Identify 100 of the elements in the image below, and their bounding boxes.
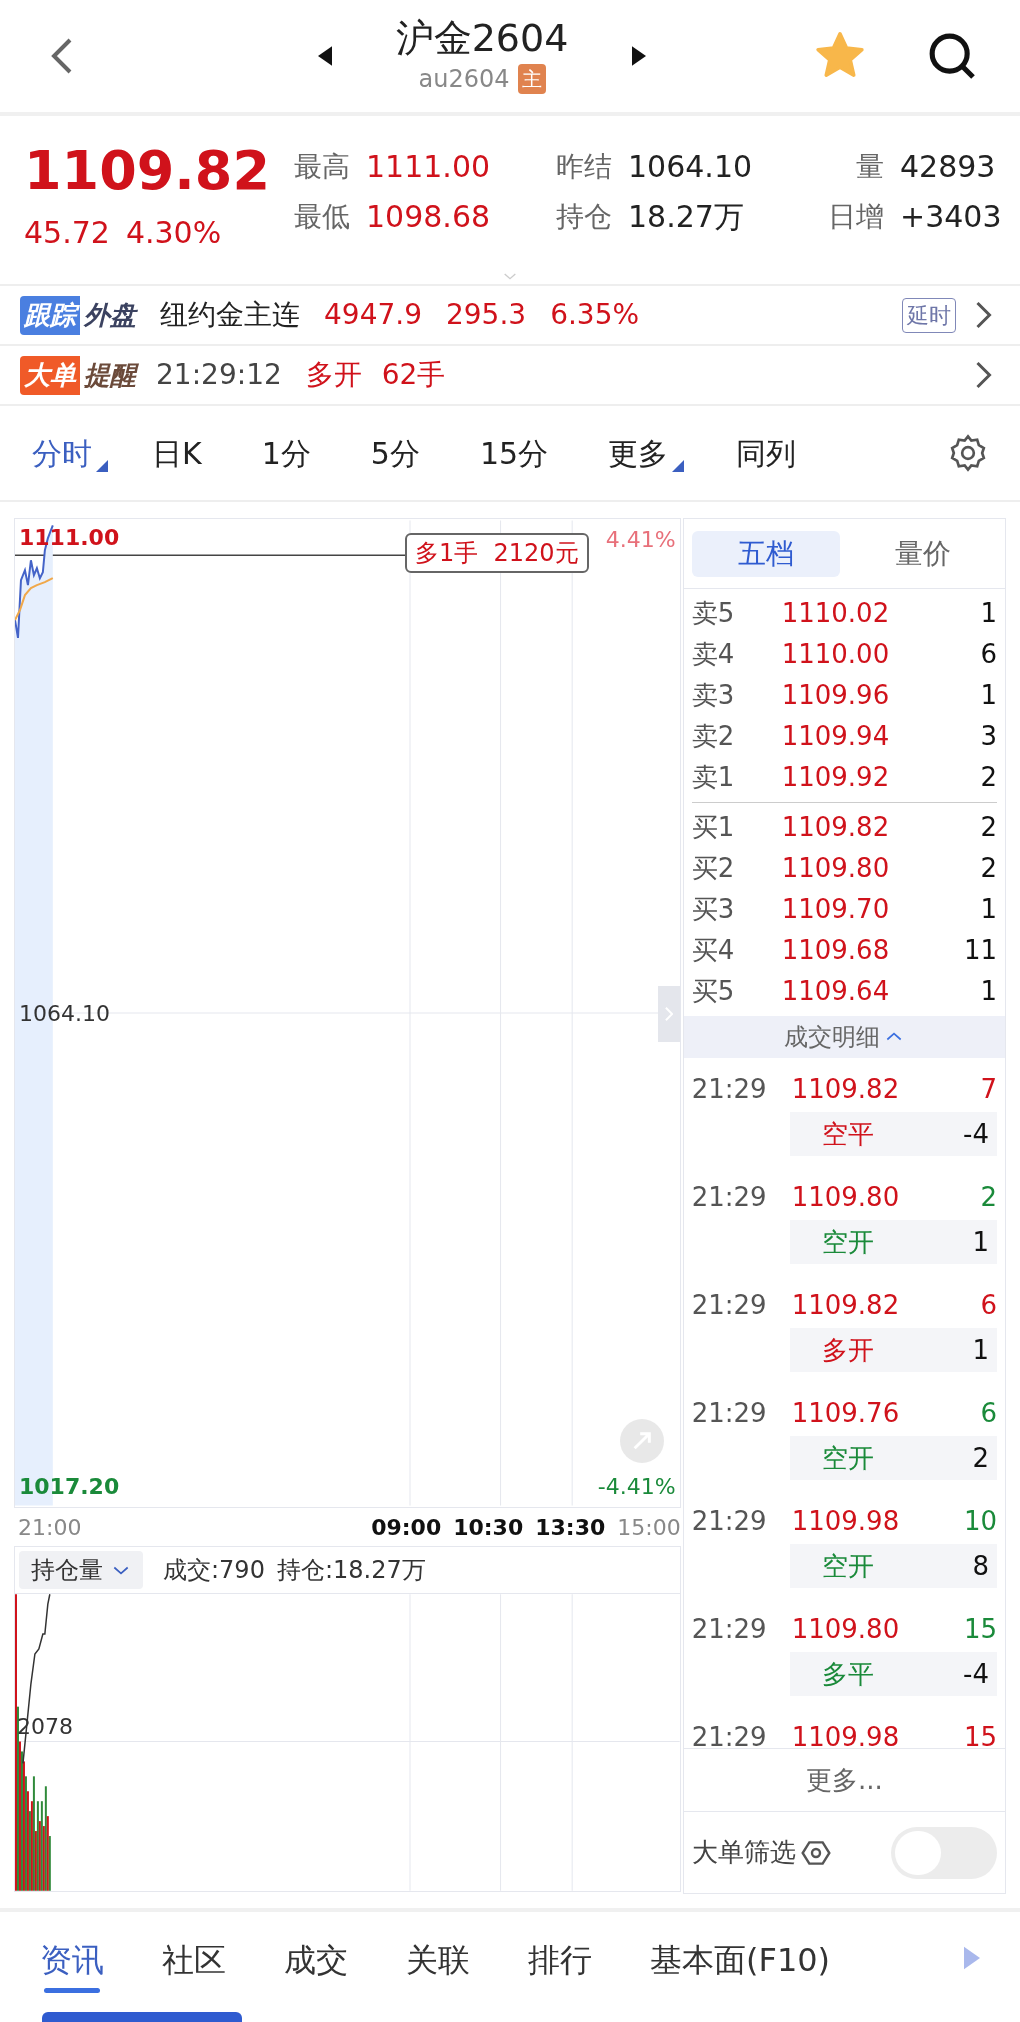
trade-time: 21:29 <box>691 1612 768 1646</box>
level-quantity: 2 <box>980 761 997 794</box>
level-label: 卖2 <box>691 720 736 753</box>
stat-value: 42893 <box>900 148 997 186</box>
stat-label: 最高 <box>293 149 350 185</box>
level-quantity: 6 <box>980 638 997 671</box>
info-tab[interactable]: 成交 <box>284 1923 348 1993</box>
trade-price: 1109.82 <box>791 1072 900 1106</box>
trade-delta: -4 <box>963 1117 989 1151</box>
level-label: 买4 <box>691 934 736 967</box>
period-tab[interactable]: 分时 <box>32 430 108 476</box>
volume-value: 成交:790 <box>163 1555 265 1586</box>
level-quantity: 2 <box>980 811 997 844</box>
level-price: 1109.82 <box>781 811 890 844</box>
level-price: 1109.68 <box>781 934 890 967</box>
level-quantity: 1 <box>980 893 997 926</box>
level-label: 卖3 <box>691 679 736 712</box>
info-tab[interactable]: 资讯 <box>40 1923 104 1993</box>
info-tab[interactable]: 基本面(F10) <box>650 1923 831 1993</box>
axis-label: 1017.20 <box>19 1473 120 1501</box>
side-handle[interactable] <box>657 986 680 1042</box>
period-tab[interactable]: 5分 <box>370 430 436 476</box>
trade-delta: -4 <box>963 1657 989 1691</box>
trade-time: 21:29 <box>691 1072 768 1106</box>
info-tab[interactable]: 社区 <box>162 1923 226 1993</box>
level-price: 1110.02 <box>781 597 890 630</box>
level-label: 买1 <box>691 811 736 844</box>
alert-amount: 62手 <box>381 357 446 393</box>
trade-time: 21:29 <box>691 1288 768 1322</box>
trade-delta: 2 <box>972 1441 989 1475</box>
level-price: 1109.70 <box>781 893 890 926</box>
filter-label: 大单筛选 <box>691 1836 796 1869</box>
level-price: 1110.00 <box>781 638 890 671</box>
foreign-change: 295.3 <box>446 297 527 333</box>
stat-value: 18.27万 <box>628 198 745 236</box>
next-icon[interactable] <box>632 46 647 66</box>
level-quantity: 1 <box>980 975 997 1008</box>
stat-label: 昨结 <box>555 149 612 185</box>
level-label: 买5 <box>691 975 736 1008</box>
alert-action: 多开 <box>305 357 362 393</box>
trade-volume: 15 <box>963 1612 997 1646</box>
trade-type: 多平 <box>821 1657 874 1691</box>
level-price: 1109.96 <box>781 679 890 712</box>
trade-delta: 1 <box>972 1225 989 1259</box>
dropdown-icon <box>672 459 685 472</box>
previous-icon[interactable] <box>317 46 332 66</box>
axis-label: 1064.10 <box>19 1000 110 1028</box>
book-tab[interactable]: 五档 <box>691 530 841 577</box>
level-price: 1109.92 <box>781 761 890 794</box>
delay-badge: 延时 <box>902 297 956 333</box>
trade-volume: 2 <box>980 1180 997 1214</box>
level-quantity: 1 <box>980 679 997 712</box>
trade-time: 21:29 <box>691 1504 768 1538</box>
level-quantity: 3 <box>980 720 997 753</box>
trade-delta: 8 <box>972 1549 989 1583</box>
trade-volume: 15 <box>963 1720 997 1748</box>
more-button[interactable]: 更多... <box>683 1748 1005 1812</box>
level-quantity: 2 <box>980 852 997 885</box>
level-price: 1109.64 <box>781 975 890 1008</box>
trade-volume: 7 <box>980 1072 997 1106</box>
level-price: 1109.94 <box>781 720 890 753</box>
trade-time: 21:29 <box>691 1180 768 1214</box>
time-label: 10:30 <box>453 1513 524 1542</box>
contract-title: 沪金2604 <box>395 15 569 61</box>
info-tab[interactable]: 排行 <box>528 1923 592 1993</box>
stat-label: 最低 <box>293 199 350 235</box>
stat-value: 1064.10 <box>628 148 754 186</box>
period-tab[interactable]: 更多 <box>608 430 685 476</box>
period-tab[interactable]: 1分 <box>261 430 327 476</box>
stat-label: 日增 <box>827 199 884 235</box>
period-tab[interactable]: 15分 <box>479 430 565 476</box>
foreign-percent: 6.35% <box>550 297 640 333</box>
trade-type: 多开 <box>821 1333 874 1367</box>
axis-label: -4.41% <box>597 1473 676 1501</box>
level-label: 买2 <box>691 852 736 885</box>
trade-detail-header[interactable]: 成交明细 <box>683 1016 1005 1058</box>
level-label: 卖4 <box>691 638 736 671</box>
stat-value: +3403 <box>900 198 1003 236</box>
info-tab[interactable]: 关联 <box>406 1923 470 1993</box>
percent-change: 4.30% <box>125 214 222 252</box>
trade-price: 1109.80 <box>791 1180 900 1214</box>
last-price: 1109.82 <box>24 138 264 204</box>
indicator-dropdown[interactable]: 持仓量 <box>19 1551 143 1589</box>
period-tab[interactable]: 同列 <box>736 430 813 476</box>
settings-icon[interactable] <box>948 433 988 473</box>
trade-type: 空开 <box>821 1549 874 1583</box>
order-tag: 多1手 2120元 <box>405 533 589 573</box>
level-label: 卖1 <box>691 761 736 794</box>
trade-volume: 6 <box>980 1396 997 1430</box>
period-tab[interactable]: 日K <box>152 430 218 476</box>
trade-price: 1109.98 <box>791 1720 900 1748</box>
book-tab[interactable]: 量价 <box>848 530 997 577</box>
time-label: 15:00 <box>617 1513 681 1542</box>
trade-delta: 1 <box>972 1333 989 1367</box>
trade-time: 21:29 <box>691 1396 768 1430</box>
foreign-name: 纽约金主连 <box>160 297 300 333</box>
chevron-icon <box>664 1007 673 1021</box>
main-contract-badge: 主 <box>517 64 546 94</box>
level-quantity: 11 <box>963 934 997 967</box>
trade-time: 21:29 <box>691 1720 768 1748</box>
